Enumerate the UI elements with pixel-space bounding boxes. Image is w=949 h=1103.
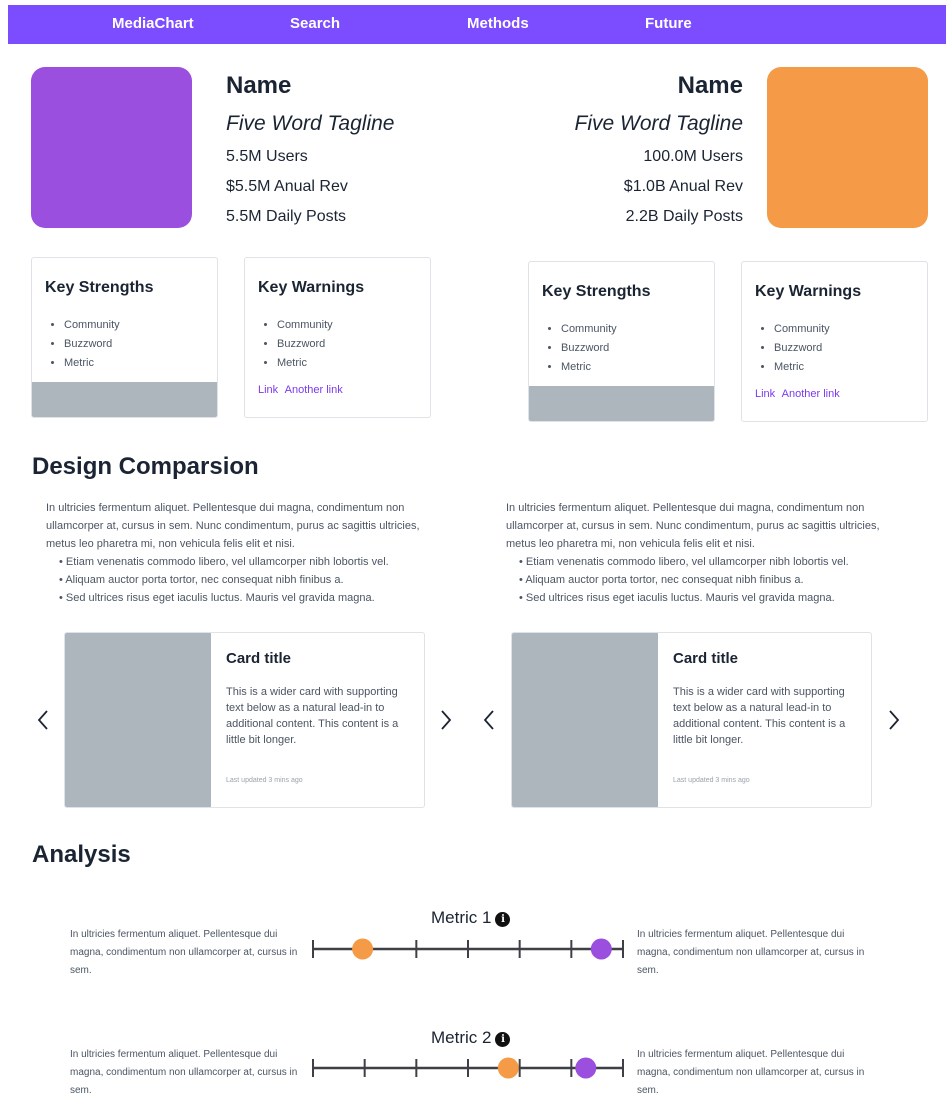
card-title: Card title [673, 650, 739, 667]
list-item: Community [774, 320, 830, 339]
right-key-strengths-card: Key Strengths Community Buzzword Metric [528, 261, 715, 422]
nav-future[interactable]: Future [645, 15, 692, 32]
link[interactable]: Link [755, 388, 775, 400]
another-link[interactable]: Another link [285, 384, 343, 396]
list-item: Sed ultrices risus eget iaculis luctus. … [59, 589, 446, 607]
info-icon[interactable]: i [495, 1032, 511, 1047]
orange-marker [497, 1057, 519, 1079]
card-image-placeholder [512, 633, 658, 807]
right-profile-name: Name [677, 72, 743, 99]
purple-marker [590, 938, 612, 960]
paragraph: In ultricies fermentum aliquet. Pellente… [46, 502, 420, 550]
design-comparison-title: Design Comparsion [32, 453, 259, 480]
carousel-prev-icon[interactable] [35, 709, 53, 731]
card-meta: Last updated 3 mins ago [673, 777, 750, 784]
right-profile-tagline: Five Word Tagline [574, 112, 743, 135]
metric-1-scale [312, 938, 624, 960]
card-links: Link Another link [258, 384, 347, 396]
metric-label: Metric 1 [431, 908, 492, 927]
left-brand-swatch [31, 67, 192, 228]
card-links: Link Another link [755, 388, 844, 400]
list-item: Metric [561, 358, 617, 377]
right-profile-revenue: $1.0B Anual Rev [623, 178, 743, 195]
nav-mediachart[interactable]: MediaChart [112, 15, 194, 32]
card-text: This is a wider card with supporting tex… [226, 686, 399, 746]
left-carousel-card[interactable]: Card title This is a wider card with sup… [64, 632, 425, 808]
carousel-prev-icon[interactable] [481, 709, 499, 731]
right-key-warnings-card: Key Warnings Community Buzzword Metric L… [741, 261, 928, 422]
analysis-title: Analysis [32, 841, 131, 868]
list-item: Etiam venenatis commodo libero, vel ulla… [519, 553, 906, 571]
list-item: Buzzword [277, 335, 333, 354]
warnings-list: Community Buzzword Metric [774, 320, 830, 377]
metric-1-right-text: In ultricies fermentum aliquet. Pellente… [637, 929, 865, 976]
card-title: Key Strengths [542, 283, 651, 300]
left-profile-users: 5.5M Users [226, 148, 308, 165]
left-profile-posts: 5.5M Daily Posts [226, 208, 347, 225]
card-image-placeholder [65, 633, 211, 807]
nav-methods[interactable]: Methods [467, 15, 529, 32]
list-item: Aliquam auctor porta tortor, nec consequ… [59, 571, 446, 589]
left-profile-tagline: Five Word Tagline [226, 112, 395, 135]
card-title: Card title [226, 650, 292, 667]
right-brand-swatch [767, 67, 928, 228]
list-item: Metric [277, 354, 333, 373]
list-item: Buzzword [774, 339, 830, 358]
list-item: Buzzword [64, 335, 120, 354]
paragraph: In ultricies fermentum aliquet. Pellente… [506, 502, 880, 550]
list-item: Sed ultrices risus eget iaculis luctus. … [519, 589, 906, 607]
strengths-list: Community Buzzword Metric [561, 320, 617, 377]
metric-1-left-text: In ultricies fermentum aliquet. Pellente… [70, 929, 298, 976]
left-profile-name: Name [226, 72, 292, 99]
card-text: This is a wider card with supporting tex… [673, 686, 846, 746]
list-item: Community [561, 320, 617, 339]
link[interactable]: Link [258, 384, 278, 396]
left-profile-revenue: $5.5M Anual Rev [226, 178, 348, 195]
top-nav-bar: MediaChart Search Methods Future [8, 5, 946, 44]
list-item: Etiam venenatis commodo libero, vel ulla… [59, 553, 446, 571]
list-item: Aliquam auctor porta tortor, nec consequ… [519, 571, 906, 589]
card-title: Key Warnings [755, 283, 862, 300]
list-item: Buzzword [561, 339, 617, 358]
bullet-list: Etiam venenatis commodo libero, vel ulla… [506, 553, 906, 607]
strengths-list: Community Buzzword Metric [64, 316, 120, 373]
bullet-list: Etiam venenatis commodo libero, vel ulla… [46, 553, 446, 607]
right-profile-users: 100.0M Users [643, 148, 743, 165]
info-icon[interactable]: i [495, 912, 511, 927]
list-item: Community [64, 316, 120, 335]
nav-search[interactable]: Search [290, 15, 340, 32]
design-left-text: In ultricies fermentum aliquet. Pellente… [46, 499, 446, 607]
purple-marker [575, 1057, 597, 1079]
metric-2-title: Metric 2i [431, 1028, 511, 1048]
carousel-next-icon[interactable] [884, 709, 902, 731]
left-key-warnings-card: Key Warnings Community Buzzword Metric L… [244, 257, 431, 418]
card-footer [529, 386, 714, 421]
card-footer [32, 382, 217, 417]
right-carousel-card[interactable]: Card title This is a wider card with sup… [511, 632, 872, 808]
metric-1-title: Metric 1i [431, 908, 511, 928]
carousel-next-icon[interactable] [436, 709, 454, 731]
metric-2-right-text: In ultricies fermentum aliquet. Pellente… [637, 1049, 865, 1096]
card-title: Key Strengths [45, 279, 154, 296]
card-meta: Last updated 3 mins ago [226, 777, 303, 784]
orange-marker [352, 938, 374, 960]
metric-2-scale [312, 1057, 624, 1079]
list-item: Metric [774, 358, 830, 377]
right-profile-posts: 2.2B Daily Posts [625, 208, 743, 225]
metric-2-left-text: In ultricies fermentum aliquet. Pellente… [70, 1049, 298, 1096]
warnings-list: Community Buzzword Metric [277, 316, 333, 373]
design-right-text: In ultricies fermentum aliquet. Pellente… [506, 499, 906, 607]
list-item: Community [277, 316, 333, 335]
another-link[interactable]: Another link [782, 388, 840, 400]
metric-label: Metric 2 [431, 1028, 492, 1047]
list-item: Metric [64, 354, 120, 373]
left-key-strengths-card: Key Strengths Community Buzzword Metric [31, 257, 218, 418]
card-title: Key Warnings [258, 279, 365, 296]
